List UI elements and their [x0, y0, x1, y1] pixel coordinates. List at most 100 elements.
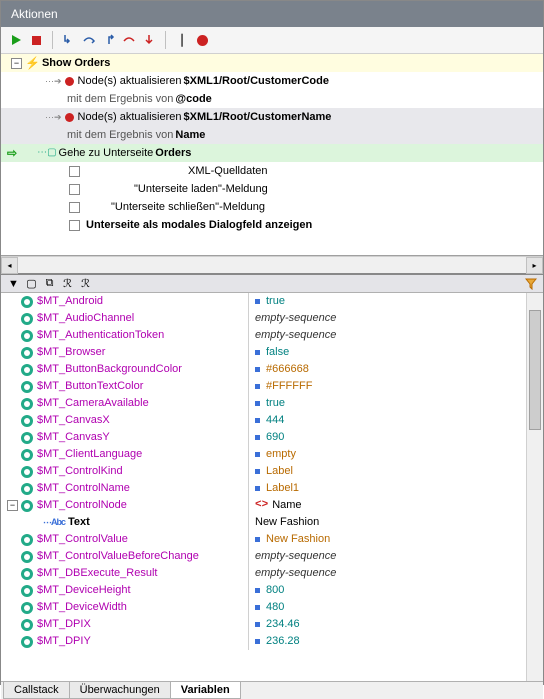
global-icon [21, 364, 33, 376]
var-value: empty [266, 446, 296, 463]
global-icon [21, 313, 33, 325]
global-icon [21, 296, 33, 308]
current-pointer-icon: ⇨ [7, 145, 17, 161]
variable-row[interactable]: $MT_Browserfalse [1, 344, 543, 361]
variable-row[interactable]: $MT_DBExecute_Resultempty-sequence [1, 565, 543, 582]
var-name: $MT_ClientLanguage [37, 446, 142, 463]
step-into-icon[interactable] [62, 33, 76, 47]
checkbox[interactable] [69, 166, 80, 177]
variable-row[interactable]: −$MT_ControlNode<>Name [1, 497, 543, 514]
variable-row[interactable]: $MT_AuthenticationTokenempty-sequence [1, 327, 543, 344]
checkbox[interactable] [69, 184, 80, 195]
bullet-icon [255, 435, 260, 440]
global-icon [21, 483, 33, 495]
bullet-icon [255, 469, 260, 474]
stop-icon[interactable] [29, 33, 43, 47]
var-name: $MT_CanvasY [37, 429, 110, 446]
tree-sub-row[interactable]: mit dem Ergebnis von Name [1, 126, 543, 144]
tree-root-row[interactable]: − ⚡ Show Orders [1, 54, 543, 72]
bar-icon[interactable]: ┃ [175, 33, 189, 47]
global-icon [21, 449, 33, 461]
vertical-scrollbar[interactable] [526, 293, 543, 681]
tag-icon: <> [255, 497, 268, 514]
var-value: Label1 [266, 480, 299, 497]
variable-row[interactable]: $MT_ControlNameLabel1 [1, 480, 543, 497]
text-icon: ⋯Abc [43, 514, 65, 531]
var-name: $MT_ControlKind [37, 463, 123, 480]
debug-toolbar: ┃ [1, 27, 543, 54]
var-value: 236.28 [266, 633, 300, 650]
var-name: Text [68, 514, 90, 531]
var-value: 480 [266, 599, 284, 616]
bullet-icon [255, 401, 260, 406]
variable-row[interactable]: $MT_AudioChannelempty-sequence [1, 310, 543, 327]
tree-row[interactable]: ⋯➔ Node(s) aktualisieren $XML1/Root/Cust… [1, 72, 543, 90]
bullet-icon [255, 452, 260, 457]
variable-row[interactable]: $MT_ControlValueNew Fashion [1, 531, 543, 548]
dropdown-icon[interactable]: ▼ [7, 277, 20, 290]
var-value: Name [272, 497, 301, 514]
variable-row[interactable]: ⋯AbcTextNew Fashion [1, 514, 543, 531]
clipboard-icon[interactable]: ▢ [25, 277, 38, 290]
variable-row[interactable]: $MT_DPIX234.46 [1, 616, 543, 633]
sub-label: mit dem Ergebnis von [67, 127, 173, 143]
play-icon[interactable] [9, 33, 23, 47]
step-over-icon[interactable] [82, 33, 96, 47]
arrow-icon: ⋯➔ [45, 73, 62, 89]
variables-toolbar: ▼ ▢ ⧉ ℛ ℛ [1, 275, 543, 293]
var-value: 444 [266, 412, 284, 429]
bullet-icon [255, 367, 260, 372]
variable-row[interactable]: $MT_ControlValueBeforeChange empty-sequen… [1, 548, 543, 565]
expand-icon[interactable]: − [7, 500, 18, 511]
page-icon: ⋯▢ [37, 145, 56, 161]
action-param: $XML1/Root/CustomerCode [183, 73, 328, 89]
variable-row[interactable]: $MT_DeviceHeight800 [1, 582, 543, 599]
global-icon [21, 466, 33, 478]
title-bar: Aktionen [1, 1, 543, 27]
tree-option-row[interactable]: "Unterseite laden"-Meldung [1, 180, 543, 198]
global-icon [21, 330, 33, 342]
variable-row[interactable]: $MT_ControlKindLabel [1, 463, 543, 480]
variable-row[interactable]: $MT_CanvasY690 [1, 429, 543, 446]
collapse-icon[interactable]: − [11, 58, 22, 69]
filter-icon[interactable] [524, 277, 537, 290]
breakpoint-icon[interactable] [195, 33, 209, 47]
tree-option-row[interactable]: "Unterseite schließen"-Meldung [1, 198, 543, 216]
bullet-icon [255, 299, 260, 304]
action-param: $XML1/Root/CustomerName [183, 109, 331, 125]
variable-row[interactable]: $MT_ButtonTextColor#FFFFFF [1, 378, 543, 395]
step-out-icon[interactable] [102, 33, 116, 47]
bullet-icon [255, 384, 260, 389]
tree-option-row[interactable]: XML-Quelldaten [1, 162, 543, 180]
tree-option-row[interactable]: Unterseite als modales Dialogfeld anzeig… [1, 216, 543, 234]
global-icon [21, 432, 33, 444]
var-name: $MT_ControlValueBeforeChange [37, 548, 199, 565]
copy-icon[interactable]: ⧉ [43, 277, 56, 290]
var-name: $MT_DPIY [37, 633, 91, 650]
tree-sub-row[interactable]: mit dem Ergebnis von @code [1, 90, 543, 108]
var-value: #FFFFFF [266, 378, 312, 395]
step-down-icon[interactable] [142, 33, 156, 47]
variable-row[interactable]: $MT_CameraAvailabletrue [1, 395, 543, 412]
variable-row[interactable]: $MT_Androidtrue [1, 293, 543, 310]
search-icon[interactable]: ℛ [61, 277, 74, 290]
tree-current-row[interactable]: ⇨ ⋯▢ Gehe zu Unterseite Orders [1, 144, 543, 162]
step-red-icon[interactable] [122, 33, 136, 47]
checkbox[interactable] [69, 202, 80, 213]
tree-row[interactable]: ⋯➔ Node(s) aktualisieren $XML1/Root/Cust… [1, 108, 543, 126]
variable-row[interactable]: $MT_CanvasX444 [1, 412, 543, 429]
checkbox[interactable] [69, 220, 80, 231]
variable-row[interactable]: $MT_DPIY 236.28 [1, 633, 543, 650]
horizontal-scrollbar[interactable]: ◂ ▸ [1, 256, 543, 273]
scroll-right-icon[interactable]: ▸ [526, 257, 543, 274]
var-name: $MT_AudioChannel [37, 310, 134, 327]
variable-row[interactable]: $MT_ButtonBackgroundColor#666668 [1, 361, 543, 378]
opt-label: Unterseite als modales Dialogfeld anzeig… [86, 217, 312, 233]
scroll-left-icon[interactable]: ◂ [1, 257, 18, 274]
inspect-icon[interactable]: ℛ [79, 277, 92, 290]
var-value: empty-sequence [255, 548, 336, 565]
variable-row[interactable]: $MT_DeviceWidth480 [1, 599, 543, 616]
variable-row[interactable]: $MT_ClientLanguage empty [1, 446, 543, 463]
global-icon [21, 398, 33, 410]
breakpoint-dot-icon [65, 113, 74, 122]
